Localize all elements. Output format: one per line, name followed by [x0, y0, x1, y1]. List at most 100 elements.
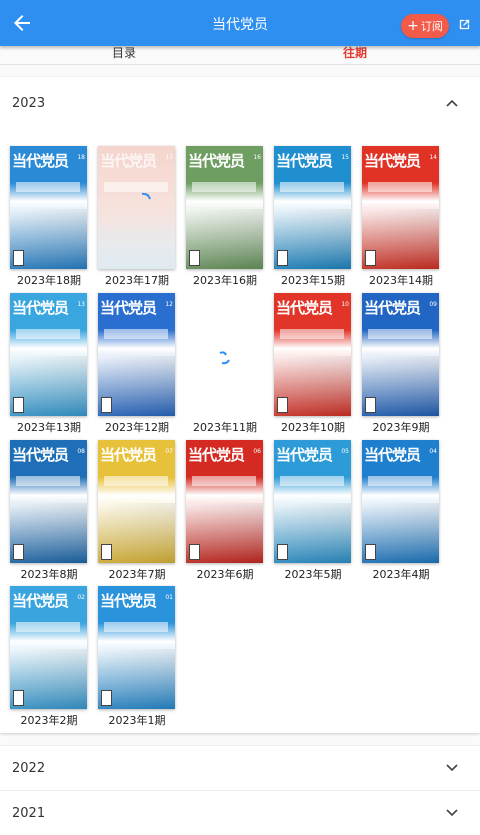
cover-masthead: 当代党员 [12, 299, 69, 317]
cover-headline-band [368, 182, 432, 192]
cover-masthead: 当代党员 [100, 592, 157, 610]
cover-headline-band [104, 329, 168, 339]
cover-issue-number: 08 [77, 448, 85, 455]
cover-issue-number: 04 [429, 448, 437, 455]
cover-masthead: 当代党员 [12, 152, 69, 170]
barcode-icon [365, 250, 376, 266]
cover-masthead: 当代党员 [12, 592, 69, 610]
issue-label[interactable]: 2023年14期 [357, 272, 445, 288]
chevron-down-icon[interactable] [446, 809, 458, 817]
issue-cover[interactable]: 当代党员 14 [362, 146, 439, 269]
cover-masthead: 当代党员 [100, 299, 157, 317]
issue-label[interactable]: 2023年18期 [5, 272, 93, 288]
issue-label[interactable]: 2023年6期 [181, 566, 269, 582]
issue-label[interactable]: 2023年7期 [93, 566, 181, 582]
cover-issue-number: 02 [77, 594, 85, 601]
subscribe-label: 订阅 [420, 20, 443, 33]
cover-headline-band [16, 329, 80, 339]
issue-label[interactable]: 2023年8期 [5, 566, 93, 582]
open-external-icon[interactable] [458, 18, 471, 31]
barcode-icon [365, 397, 376, 413]
issue-cover[interactable]: 当代党员 10 [274, 293, 351, 416]
loading-spinner-icon [141, 192, 151, 200]
cover-issue-number: 18 [77, 154, 85, 161]
cover-headline-band [16, 182, 80, 192]
cover-masthead: 当代党员 [276, 299, 333, 317]
barcode-icon [13, 544, 24, 560]
cover-masthead: 当代党员 [188, 446, 245, 464]
year-header-2021: 2021 [12, 806, 46, 821]
issue-cover[interactable]: 当代党员 13 [10, 293, 87, 416]
chevron-down-icon[interactable] [446, 764, 458, 772]
barcode-icon [13, 397, 24, 413]
barcode-icon [101, 397, 112, 413]
issue-cover[interactable]: 当代党员 16 [186, 146, 263, 269]
cover-masthead: 当代党员 [100, 446, 157, 464]
cover-masthead: 当代党员 [364, 446, 421, 464]
cover-masthead: 当代党员 [364, 299, 421, 317]
year-row-2021[interactable]: 2021 [0, 790, 480, 835]
cover-headline-band [104, 182, 168, 192]
tab-contents[interactable]: 目录 [112, 44, 136, 61]
issue-cover[interactable]: 当代党员 09 [362, 293, 439, 416]
cover-issue-number: 06 [253, 448, 261, 455]
issue-cover[interactable]: 当代党员 06 [186, 440, 263, 563]
cover-masthead: 当代党员 [188, 152, 245, 170]
issue-label[interactable]: 2023年1期 [93, 712, 181, 728]
issue-label[interactable]: 2023年15期 [269, 272, 357, 288]
barcode-icon [101, 544, 112, 560]
cover-headline-band [280, 329, 344, 339]
issue-cover[interactable]: 当代党员 01 [98, 586, 175, 709]
issue-cover[interactable]: 当代党员 17 [98, 146, 175, 269]
issue-label[interactable]: 2023年17期 [93, 272, 181, 288]
cover-masthead: 当代党员 [12, 446, 69, 464]
cover-headline-band [104, 476, 168, 486]
year-row-2022[interactable]: 2022 [0, 745, 480, 790]
issue-label[interactable]: 2023年11期 [181, 419, 269, 435]
barcode-icon [189, 544, 200, 560]
issue-cover[interactable]: 当代党员 05 [274, 440, 351, 563]
barcode-icon [277, 397, 288, 413]
cover-issue-number: 07 [165, 448, 173, 455]
issue-cover[interactable]: 当代党员 04 [362, 440, 439, 563]
barcode-icon [189, 250, 200, 266]
issue-label[interactable]: 2023年9期 [357, 419, 445, 435]
cover-headline-band [192, 476, 256, 486]
cover-headline-band [104, 622, 168, 632]
cover-masthead: 当代党员 [100, 152, 157, 170]
year-panel-2023: 2023 当代党员 18 2023年18期 当代党员 17 2023年17期 当代党员 16 2… [0, 77, 480, 733]
issue-label[interactable]: 2023年16期 [181, 272, 269, 288]
issue-label[interactable]: 2023年4期 [357, 566, 445, 582]
issue-cover[interactable]: 当代党员 18 [10, 146, 87, 269]
cover-headline-band [280, 476, 344, 486]
cover-issue-number: 14 [429, 154, 437, 161]
issue-cover[interactable]: 当代党员 02 [10, 586, 87, 709]
subscribe-button[interactable]: + 订阅 [401, 14, 449, 38]
barcode-icon [277, 250, 288, 266]
barcode-icon [277, 544, 288, 560]
cover-issue-number: 15 [341, 154, 349, 161]
app-bar: 当代党员 + 订阅 [0, 0, 480, 46]
year-header-2023[interactable]: 2023 [12, 96, 45, 111]
issue-label[interactable]: 2023年13期 [5, 419, 93, 435]
cover-issue-number: 12 [165, 301, 173, 308]
barcode-icon [101, 690, 112, 706]
cover-masthead: 当代党员 [276, 152, 333, 170]
cover-headline-band [368, 329, 432, 339]
issue-label[interactable]: 2023年2期 [5, 712, 93, 728]
cover-masthead: 当代党员 [276, 446, 333, 464]
cover-issue-number: 10 [341, 301, 349, 308]
issue-label[interactable]: 2023年10期 [269, 419, 357, 435]
cover-masthead: 当代党员 [364, 152, 421, 170]
cover-headline-band [368, 476, 432, 486]
chevron-up-icon[interactable] [446, 99, 458, 107]
issue-label[interactable]: 2023年12期 [93, 419, 181, 435]
issue-cover[interactable]: 当代党员 12 [98, 293, 175, 416]
cover-issue-number: 09 [429, 301, 437, 308]
tab-past-issues[interactable]: 往期 [343, 44, 367, 61]
issue-cover[interactable]: 当代党员 15 [274, 146, 351, 269]
issue-cover[interactable]: 当代党员 07 [98, 440, 175, 563]
issue-label[interactable]: 2023年5期 [269, 566, 357, 582]
issue-cover[interactable]: 当代党员 08 [10, 440, 87, 563]
tab-bar: 目录 往期 [0, 46, 480, 65]
